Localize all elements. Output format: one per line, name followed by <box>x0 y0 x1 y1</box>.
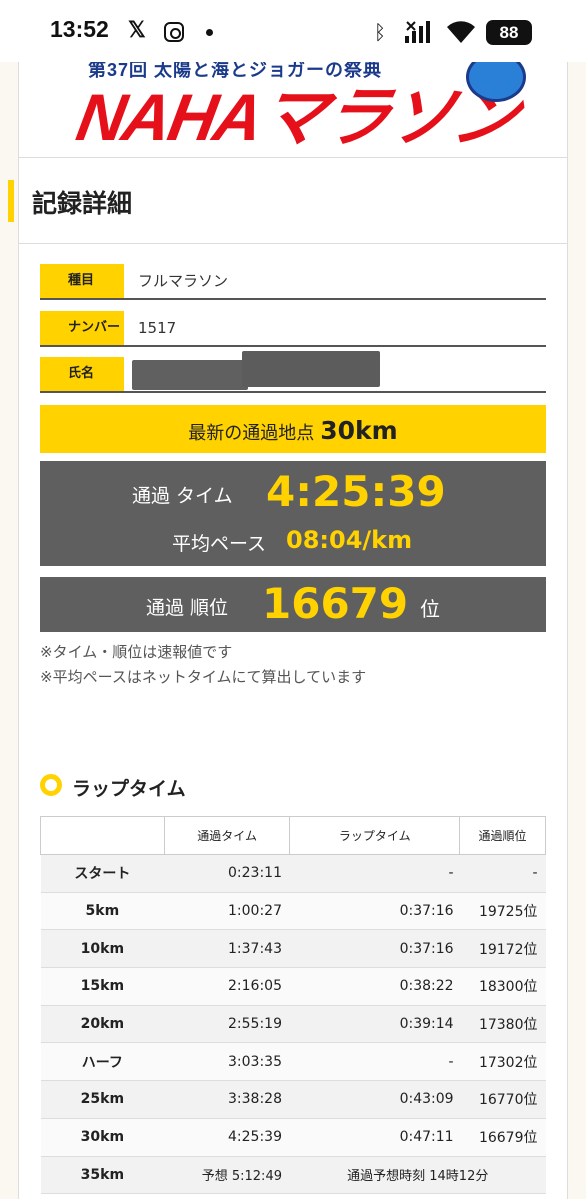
table-row: 30km 4:25:39 0:47:11 16679位 <box>40 1117 546 1157</box>
number-value: 1517 <box>138 319 177 337</box>
header-point <box>40 816 165 855</box>
rank-cell: 16770位 <box>459 1080 546 1119</box>
header-pass-rank: 通過順位 <box>459 816 546 855</box>
pass-time-cell: 3:03:35 <box>164 1042 290 1082</box>
pass-time-box: 通過 タイム 4:25:39 平均ペース 08:04/km <box>40 461 546 566</box>
latest-checkpoint-banner: 最新の通過地点 30km <box>40 405 546 453</box>
circle-bullet-icon <box>40 774 62 796</box>
lap-time-cell: 0:37:16 <box>289 891 460 931</box>
checkpoint-cell: 30km <box>40 1117 165 1157</box>
info-row-event: 種目 フルマラソン <box>40 264 546 300</box>
status-bar: 13:52 𝕏 ᛒ 88 <box>0 0 586 62</box>
pass-time-cell: 4:25:39 <box>164 1117 290 1157</box>
lap-time-cell: 0:39:14 <box>289 1004 460 1044</box>
pass-time-cell: 2:16:05 <box>164 967 290 1006</box>
table-row: ハーフ 3:03:35 - 17302位 <box>40 1042 546 1082</box>
table-row: 15km 2:16:05 0:38:22 18300位 <box>40 967 546 1006</box>
lap-time-cell: - <box>289 854 460 893</box>
pass-rank-value: 16679 <box>262 579 409 628</box>
status-time: 13:52 <box>50 16 109 42</box>
pass-rank-label: 通過 順位 <box>146 597 229 619</box>
lap-time-cell: 0:37:16 <box>289 929 460 969</box>
lap-time-cell: 0:47:11 <box>289 1117 460 1157</box>
number-label: ナンバー <box>40 311 124 345</box>
table-row: 20km 2:55:19 0:39:14 17380位 <box>40 1004 546 1044</box>
checkpoint-cell: 15km <box>40 967 165 1006</box>
note-preliminary: ※タイム・順位は速報値です <box>40 643 233 661</box>
pass-time-cell: 3:38:28 <box>164 1080 290 1119</box>
pass-time-cell: 1:37:43 <box>164 929 290 969</box>
predicted-eta-cell: 通過予想時刻 14時12分 <box>289 1155 546 1195</box>
pass-time-label: 通過 タイム <box>132 485 233 507</box>
rank-cell: 17302位 <box>459 1042 546 1082</box>
event-value: フルマラソン <box>138 272 229 290</box>
notification-dot-icon <box>206 29 213 36</box>
table-row: 10km 1:37:43 0:37:16 19172位 <box>40 929 546 969</box>
naha-marathon-logo: NAHAマラソン <box>71 80 524 154</box>
checkpoint-cell: 35km <box>40 1155 165 1195</box>
pass-time-value: 4:25:39 <box>266 467 446 516</box>
pass-time-cell: 1:00:27 <box>164 891 290 931</box>
name-redaction <box>242 351 380 387</box>
header-lap-time: ラップタイム <box>289 816 461 855</box>
info-row-name: 氏名 <box>40 351 546 393</box>
header-pass-time: 通過タイム <box>163 816 291 855</box>
rank-cell: - <box>459 854 546 893</box>
section-title-accent <box>8 180 14 222</box>
table-header-row: 通過タイム ラップタイム 通過順位 <box>40 816 546 855</box>
table-row: 5km 1:00:27 0:37:16 19725位 <box>40 891 546 931</box>
table-row-predicted: 35km 予想 5:12:49 通過予想時刻 14時12分 <box>40 1155 546 1195</box>
pass-rank-box: 通過 順位 16679 位 <box>40 577 546 632</box>
rank-cell: 16679位 <box>459 1117 546 1157</box>
lap-time-cell: 0:43:09 <box>289 1080 460 1119</box>
checkpoint-cell: スタート <box>40 854 165 893</box>
marathon-banner[interactable]: 第37回 太陽と海とジョガーの祭典 NAHAマラソン <box>18 62 568 158</box>
rank-cell: 18300位 <box>459 967 546 1006</box>
pass-time-cell: 0:23:11 <box>164 854 290 893</box>
note-pace: ※平均ペースはネットタイムにて算出しています <box>40 668 367 686</box>
lap-time-cell: - <box>289 1042 460 1082</box>
pass-time-cell: 2:55:19 <box>164 1004 290 1044</box>
rank-cell: 19172位 <box>459 929 546 969</box>
x-icon: 𝕏 <box>128 17 146 42</box>
average-pace-value: 08:04/km <box>286 526 413 554</box>
checkpoint-cell: 25km <box>40 1080 165 1119</box>
rank-cell: 17380位 <box>459 1004 546 1044</box>
checkpoint-cell: ハーフ <box>40 1042 165 1082</box>
table-row: スタート 0:23:11 - - <box>40 854 546 893</box>
lap-time-cell: 0:38:22 <box>289 967 460 1006</box>
info-row-number: ナンバー 1517 <box>40 311 546 347</box>
lap-time-heading: ラップタイム <box>72 778 186 800</box>
pass-rank-unit: 位 <box>420 597 440 621</box>
battery-icon: 88 <box>486 20 532 45</box>
average-pace-label: 平均ペース <box>172 533 267 555</box>
event-label: 種目 <box>40 264 124 298</box>
name-redaction <box>132 360 248 390</box>
bluetooth-icon: ᛒ <box>374 20 386 44</box>
checkpoint-cell: 5km <box>40 891 165 931</box>
checkpoint-cell: 10km <box>40 929 165 969</box>
predicted-time-cell: 予想 5:12:49 <box>164 1155 290 1195</box>
instagram-icon <box>164 22 184 42</box>
lap-time-table: 通過タイム ラップタイム 通過順位 スタート 0:23:11 - - 5km 1… <box>40 816 546 1195</box>
banner-tagline: 第37回 太陽と海とジョガーの祭典 <box>88 62 383 80</box>
page-title: 記録詳細 <box>32 189 133 218</box>
checkpoint-cell: 20km <box>40 1004 165 1044</box>
table-row: 25km 3:38:28 0:43:09 16770位 <box>40 1080 546 1119</box>
latest-checkpoint-value: 30km <box>320 416 398 445</box>
rank-cell: 19725位 <box>459 891 546 931</box>
latest-checkpoint-label: 最新の通過地点 <box>188 423 315 444</box>
signal-icon <box>405 21 430 43</box>
name-label: 氏名 <box>40 357 124 391</box>
wifi-icon <box>447 21 475 43</box>
